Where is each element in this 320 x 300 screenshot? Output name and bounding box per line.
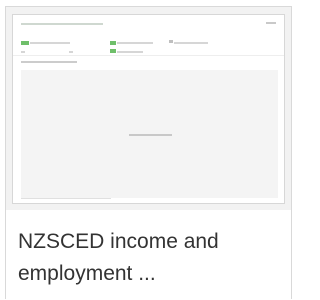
card-title: NZSCED income and employment ... <box>18 230 219 285</box>
sheet-card[interactable]: NZSCED income and employment ... <box>5 6 292 300</box>
filter-text-placeholder <box>117 42 153 44</box>
chart-message-placeholder <box>129 134 172 136</box>
filter-bar <box>110 49 116 53</box>
filter-text-placeholder <box>69 51 73 53</box>
chart-area-placeholder <box>21 70 278 198</box>
thumbnail-divider <box>13 55 284 56</box>
chart-title-placeholder <box>21 61 77 63</box>
filter-text-placeholder <box>174 42 208 44</box>
filter-text-placeholder <box>117 51 143 53</box>
filter-text-placeholder <box>30 42 70 44</box>
thumbnail-link-placeholder <box>266 22 276 24</box>
card-title-area[interactable]: NZSCED income and employment ... <box>6 210 291 300</box>
thumbnail-footer-placeholder <box>21 198 111 199</box>
filter-marker <box>169 40 173 43</box>
sheet-thumbnail <box>12 14 285 204</box>
filter-text-placeholder <box>21 51 25 53</box>
filter-bar <box>21 41 29 45</box>
thumbnail-title-placeholder <box>21 23 103 25</box>
filter-bar <box>110 41 116 45</box>
